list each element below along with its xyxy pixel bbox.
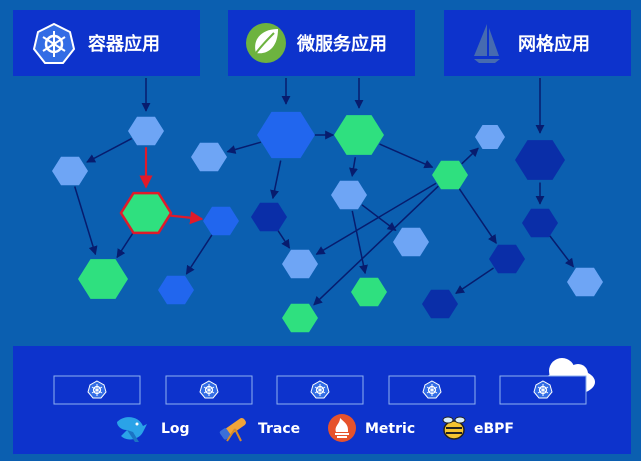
- legend-label-ebpf: eBPF: [474, 421, 514, 437]
- header-label-microservice-apps: 微服务应用: [296, 33, 387, 55]
- legend-label-trace: Trace: [258, 421, 300, 437]
- prometheus-flame-icon: [328, 414, 356, 442]
- cluster-node: [276, 375, 364, 405]
- bee-icon: [442, 416, 466, 440]
- service-node-hexagon: [119, 191, 173, 235]
- cluster-node: [165, 375, 253, 405]
- header-label-container-apps: 容器应用: [88, 33, 160, 55]
- cluster-node: [388, 375, 476, 405]
- header-label-mesh-apps: 网格应用: [518, 33, 590, 55]
- cluster-node: [53, 375, 141, 405]
- legend-item-ebpf: eBPF: [442, 416, 514, 440]
- cluster-node: [499, 375, 587, 405]
- header-box-microservice-apps: 微服务应用: [228, 10, 415, 76]
- spring-leaf-icon: [246, 23, 286, 63]
- cluster-nodes: [53, 375, 587, 405]
- header-box-mesh-apps: 网格应用: [444, 10, 631, 76]
- legend-label-metric: Metric: [365, 421, 415, 437]
- architecture-diagram: 容器应用 微服务应用 网格应用 Log Trace Metric eBPF: [0, 0, 641, 461]
- legend-label-log: Log: [161, 421, 190, 437]
- header-box-container-apps: 容器应用: [13, 10, 200, 76]
